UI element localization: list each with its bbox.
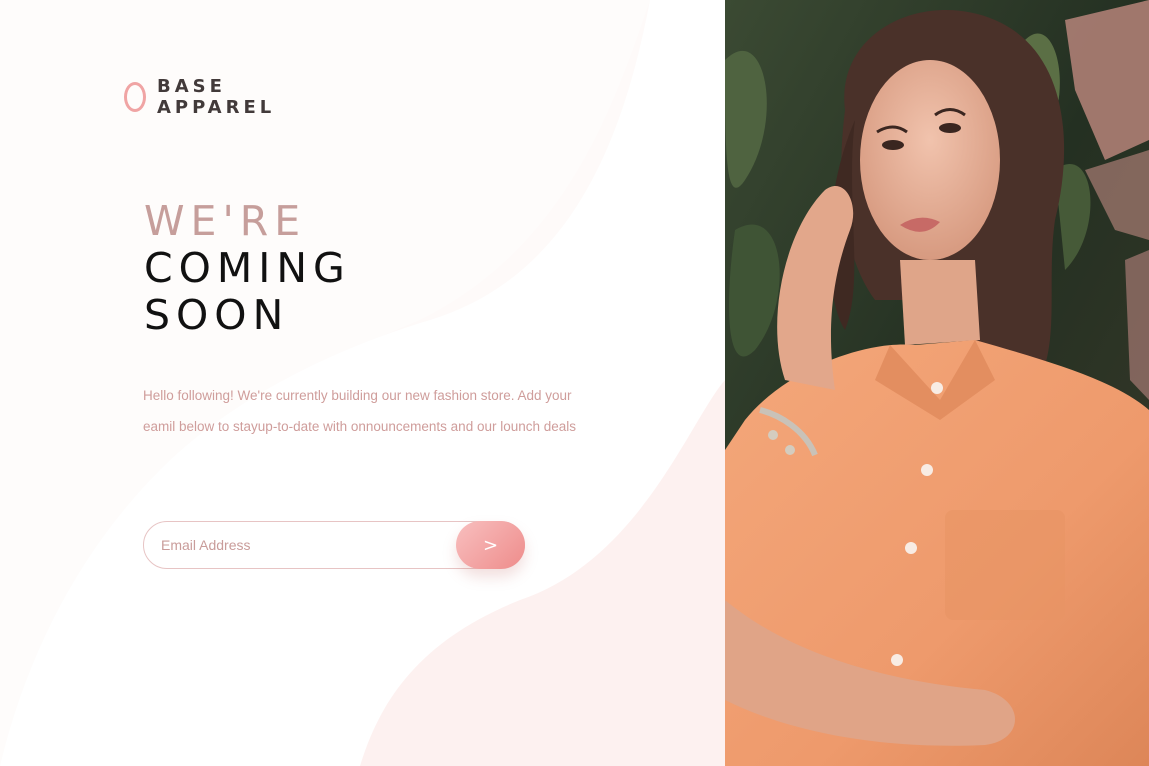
page-headline: WE'RE COMING SOON [144,198,351,339]
submit-button[interactable]: > [456,521,525,569]
headline-line-3: SOON [144,291,290,339]
coming-soon-page: BASE APPAREL WE'RE COMING SOON Hello fol… [0,0,1149,766]
email-input[interactable] [161,522,451,568]
content-panel: BASE APPAREL WE'RE COMING SOON Hello fol… [0,0,725,766]
hero-image [725,0,1149,766]
logo-wordmark: BASE APPAREL [157,76,275,118]
arrow-right-icon: > [482,534,499,556]
logo-line-1: BASE [157,76,226,97]
headline-line-2: COMING [144,244,351,292]
headline-line-1: WE'RE [144,197,307,245]
brand-logo[interactable]: BASE APPAREL [124,76,275,118]
email-signup-form: > [143,521,525,569]
page-description: Hello following! We're currently buildin… [143,388,577,434]
logo-ring-icon [124,82,146,112]
logo-line-2: APPAREL [157,97,276,118]
woman-in-peach-shirt-photo [725,0,1149,766]
